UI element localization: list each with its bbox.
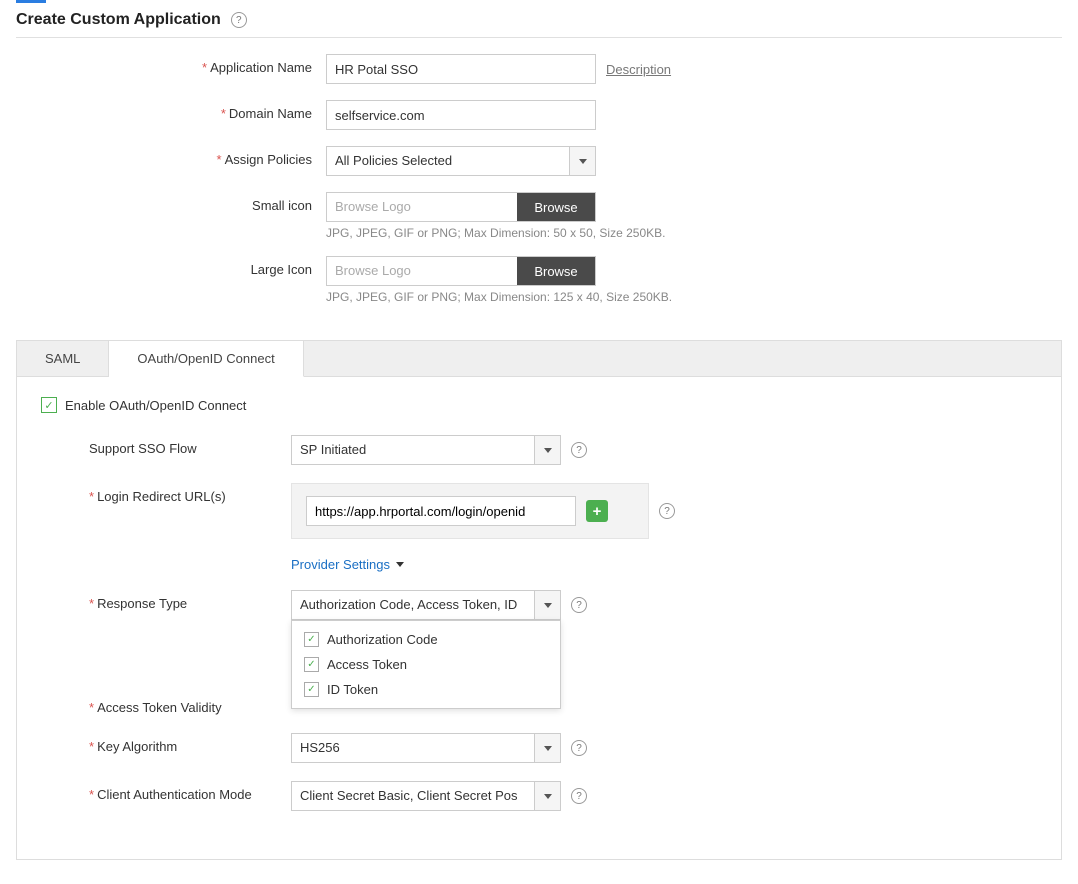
domain-name-input[interactable] [326, 100, 596, 130]
tab-saml[interactable]: SAML [17, 341, 109, 376]
small-icon-placeholder: Browse Logo [327, 193, 517, 221]
basic-form: *Application Name Description *Domain Na… [16, 38, 1062, 340]
support-flow-label: Support SSO Flow [41, 435, 291, 456]
large-icon-label: Large Icon [16, 256, 326, 277]
support-flow-value: SP Initiated [292, 436, 534, 464]
key-algorithm-value: HS256 [292, 734, 534, 762]
response-option-auth-code[interactable]: Authorization Code [292, 627, 560, 652]
description-link[interactable]: Description [606, 62, 671, 77]
assign-policies-select[interactable]: All Policies Selected [326, 146, 596, 176]
small-icon-file[interactable]: Browse Logo Browse [326, 192, 596, 222]
enable-oauth-checkbox[interactable] [41, 397, 57, 413]
checkbox-icon [304, 682, 319, 697]
assign-policies-value: All Policies Selected [327, 147, 569, 175]
domain-name-label: *Domain Name [16, 100, 326, 121]
response-option-id-token[interactable]: ID Token [292, 677, 560, 702]
browse-button[interactable]: Browse [517, 193, 595, 221]
key-algorithm-select[interactable]: HS256 [291, 733, 561, 763]
add-url-button[interactable]: + [586, 500, 608, 522]
help-icon[interactable]: ? [571, 442, 587, 458]
checkbox-icon [304, 657, 319, 672]
help-icon[interactable]: ? [571, 597, 587, 613]
small-icon-hint: JPG, JPEG, GIF or PNG; Max Dimension: 50… [326, 226, 665, 240]
support-flow-select[interactable]: SP Initiated [291, 435, 561, 465]
page-header: Create Custom Application ? [16, 3, 1062, 38]
response-type-select[interactable]: Authorization Code, Access Token, ID [291, 590, 561, 620]
client-auth-select[interactable]: Client Secret Basic, Client Secret Pos [291, 781, 561, 811]
help-icon[interactable]: ? [571, 740, 587, 756]
key-algorithm-label: *Key Algorithm [41, 733, 291, 754]
large-icon-placeholder: Browse Logo [327, 257, 517, 285]
response-option-access-token[interactable]: Access Token [292, 652, 560, 677]
browse-button[interactable]: Browse [517, 257, 595, 285]
help-icon[interactable]: ? [571, 788, 587, 804]
login-url-box: + [291, 483, 649, 539]
enable-oauth-label: Enable OAuth/OpenID Connect [65, 398, 246, 413]
app-name-label: *Application Name [16, 54, 326, 75]
client-auth-value: Client Secret Basic, Client Secret Pos [292, 782, 534, 810]
response-type-value: Authorization Code, Access Token, ID [292, 591, 534, 619]
client-auth-label: *Client Authentication Mode [41, 781, 291, 802]
app-name-input[interactable] [326, 54, 596, 84]
large-icon-hint: JPG, JPEG, GIF or PNG; Max Dimension: 12… [326, 290, 672, 304]
chevron-down-icon[interactable] [534, 782, 560, 810]
provider-settings-toggle[interactable]: Provider Settings [291, 557, 404, 572]
auth-tabs: SAML OAuth/OpenID Connect Enable OAuth/O… [16, 340, 1062, 860]
tab-bar: SAML OAuth/OpenID Connect [17, 341, 1061, 377]
response-type-label: *Response Type [41, 590, 291, 611]
login-url-label: *Login Redirect URL(s) [41, 483, 291, 504]
access-token-validity-label: *Access Token Validity [41, 694, 291, 715]
help-icon[interactable]: ? [659, 503, 675, 519]
response-type-menu: Authorization Code Access Token ID Token [291, 620, 561, 709]
chevron-down-icon[interactable] [534, 591, 560, 619]
tab-oauth[interactable]: OAuth/OpenID Connect [109, 341, 303, 377]
tab-body-oauth: Enable OAuth/OpenID Connect Support SSO … [17, 377, 1061, 859]
chevron-down-icon[interactable] [534, 734, 560, 762]
page-title: Create Custom Application [16, 11, 221, 29]
login-url-input[interactable] [306, 496, 576, 526]
chevron-down-icon[interactable] [569, 147, 595, 175]
chevron-down-icon[interactable] [534, 436, 560, 464]
checkbox-icon [304, 632, 319, 647]
help-icon[interactable]: ? [231, 12, 247, 28]
caret-down-icon [396, 562, 404, 567]
assign-policies-label: *Assign Policies [16, 146, 326, 167]
large-icon-file[interactable]: Browse Logo Browse [326, 256, 596, 286]
small-icon-label: Small icon [16, 192, 326, 213]
